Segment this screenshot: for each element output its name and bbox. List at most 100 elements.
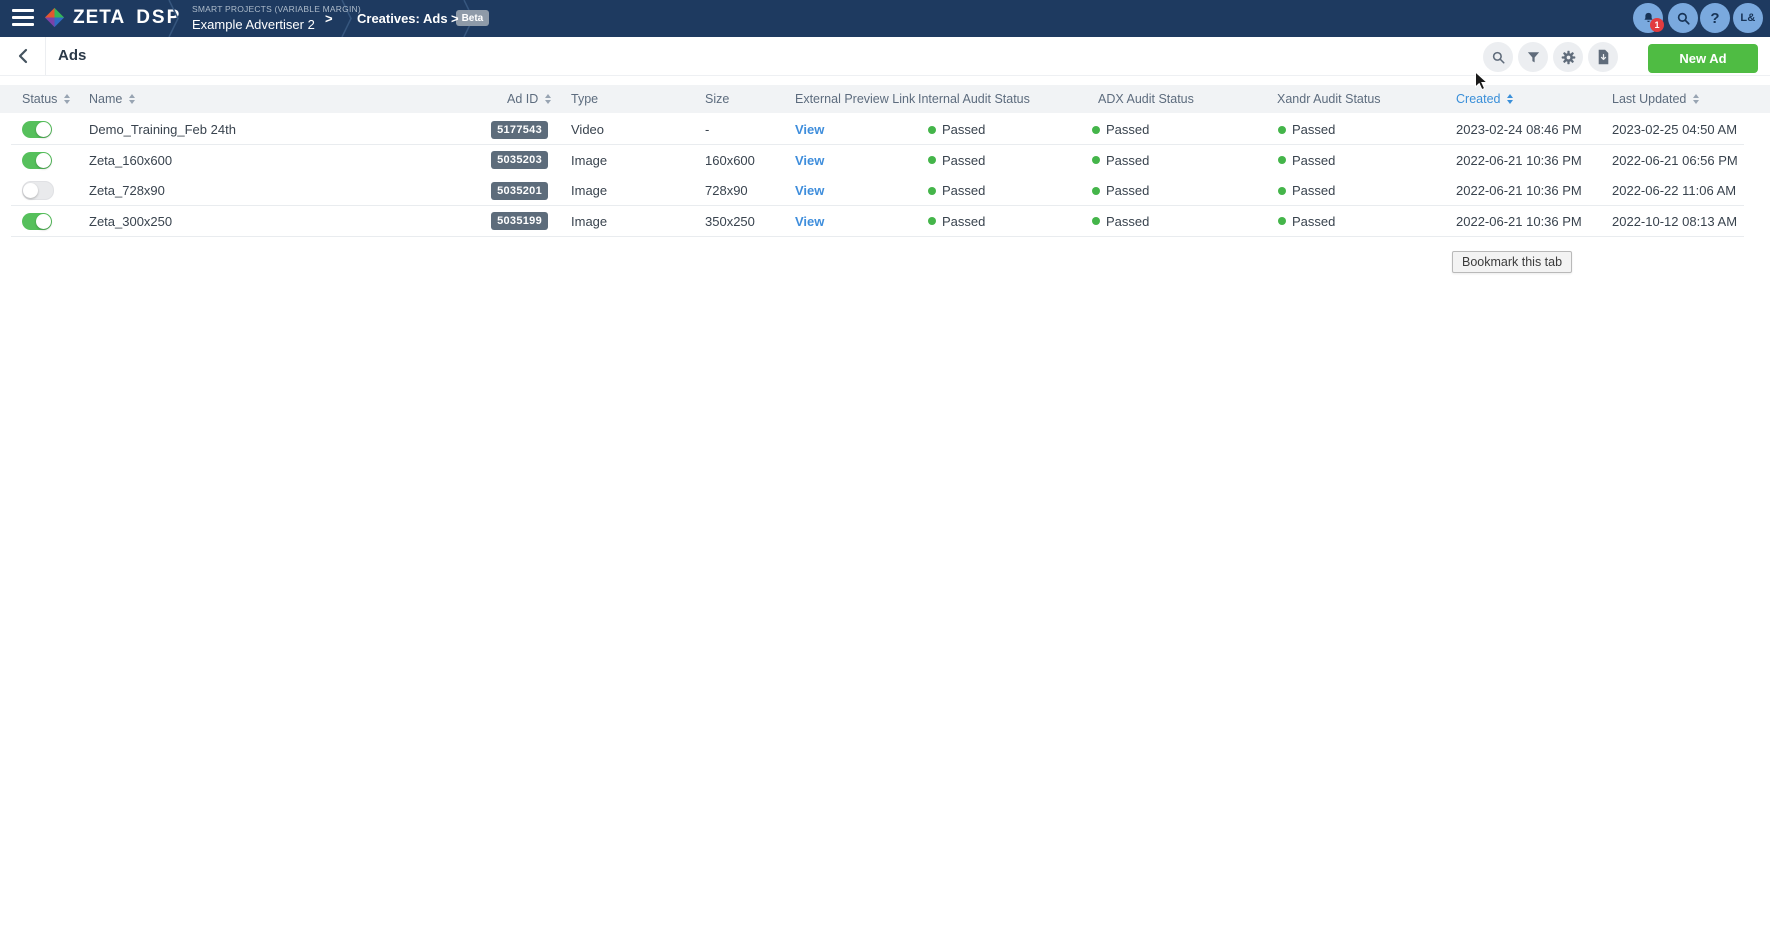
sort-arrows-icon [129,94,135,104]
column-header-type: Type [571,85,598,113]
avatar-initials: L& [1740,12,1755,24]
ad-name[interactable]: Zeta_300x250 [89,206,172,237]
ad-id-cell: 5035199 [448,206,548,237]
breadcrumb-creatives-label: Creatives: Ads [357,11,448,26]
filter-button[interactable] [1518,42,1548,72]
question-mark-icon: ? [1710,10,1719,27]
header-divider [45,37,46,75]
last-updated-timestamp: 2022-06-22 11:06 AM [1612,175,1736,206]
table-row[interactable]: Demo_Training_Feb 24th 5177543 Video - V… [0,114,1770,145]
ad-size: 350x250 [705,206,755,237]
xandr-audit-cell: Passed [1278,175,1335,206]
filter-funnel-icon [1526,50,1541,65]
page-title: Ads [58,47,86,64]
ad-type: Video [571,114,604,145]
breadcrumb-advertiser[interactable]: SMART PROJECTS (VARIABLE MARGIN) Example… [192,5,361,31]
column-header-size: Size [705,85,729,113]
status-toggle[interactable] [22,181,54,200]
external-preview-cell: View [795,145,824,176]
column-header-status[interactable]: Status [22,85,70,113]
status-cell [22,145,52,176]
xandr-audit-cell: Passed [1278,114,1335,145]
ad-name[interactable]: Zeta_728x90 [89,175,165,206]
back-button[interactable] [10,42,38,70]
zeta-diamond-icon [43,6,66,29]
ad-id-badge: 5177543 [491,121,548,139]
column-header-name[interactable]: Name [89,85,135,113]
status-dot-icon [928,156,936,164]
settings-button[interactable] [1553,42,1583,72]
status-dot-icon [1092,217,1100,225]
row-divider [11,236,1744,237]
status-toggle[interactable] [22,152,52,169]
internal-audit-cell: Passed [928,206,985,237]
status-dot-icon [1092,187,1100,195]
adx-audit-cell: Passed [1092,114,1149,145]
column-header-internal-audit-status: Internal Audit Status [918,85,1030,113]
status-dot-icon [1278,156,1286,164]
ad-size: - [705,114,709,145]
column-header-external-preview-link: External Preview Link [795,85,915,113]
status-toggle[interactable] [22,213,52,230]
chevron-right-icon[interactable]: > [451,11,459,26]
column-header-xandr-audit-status: Xandr Audit Status [1277,85,1381,113]
beta-badge: Beta [456,10,490,26]
status-dot-icon [1278,187,1286,195]
ad-type: Image [571,175,607,206]
view-link[interactable]: View [795,153,824,168]
help-button[interactable]: ? [1700,3,1730,33]
table-row[interactable]: Zeta_728x90 5035201 Image 728x90 View Pa… [0,175,1770,206]
breadcrumb-advertiser-label: Example Advertiser 2 [192,18,361,31]
xandr-audit-cell: Passed [1278,206,1335,237]
ad-id-badge: 5035199 [491,212,548,230]
adx-audit-cell: Passed [1092,175,1149,206]
sort-arrows-icon [1693,94,1699,104]
created-timestamp: 2022-06-21 10:36 PM [1456,145,1582,176]
external-preview-cell: View [795,206,824,237]
view-link[interactable]: View [795,183,824,198]
app-root: ZETA DSP SMART PROJECTS (VARIABLE MARGIN… [0,0,1770,929]
status-cell [22,114,52,145]
ad-size: 728x90 [705,175,748,206]
brand-logo[interactable]: ZETA DSP [43,6,181,29]
top-navigation-bar: ZETA DSP SMART PROJECTS (VARIABLE MARGIN… [0,0,1770,37]
adx-audit-cell: Passed [1092,206,1149,237]
status-toggle[interactable] [22,121,52,138]
file-download-icon [1596,49,1611,65]
new-ad-button[interactable]: New Ad [1648,44,1758,73]
breadcrumb-divider-icon [168,0,180,37]
ad-name[interactable]: Demo_Training_Feb 24th [89,114,236,145]
column-header-last-updated[interactable]: Last Updated [1612,85,1699,113]
ad-name[interactable]: Zeta_160x600 [89,145,172,176]
chevron-left-icon [13,44,35,68]
xandr-audit-cell: Passed [1278,145,1335,176]
status-dot-icon [1278,217,1286,225]
search-icon [1676,11,1691,26]
view-link[interactable]: View [795,122,824,137]
user-avatar[interactable]: L& [1733,3,1763,33]
status-dot-icon [1092,156,1100,164]
view-link[interactable]: View [795,214,824,229]
chevron-right-icon[interactable]: > [325,11,333,26]
ad-type: Image [571,145,607,176]
ad-id-cell: 5035201 [448,175,548,206]
hamburger-menu-icon[interactable] [12,9,34,27]
column-header-ad-id[interactable]: Ad ID [507,85,551,113]
status-dot-icon [1278,126,1286,134]
ad-size: 160x600 [705,145,755,176]
export-report-button[interactable] [1588,42,1618,72]
search-icon [1491,50,1506,65]
adx-audit-cell: Passed [1092,145,1149,176]
column-header-created[interactable]: Created [1456,85,1513,113]
table-row[interactable]: Zeta_300x250 5035199 Image 350x250 View … [0,206,1770,237]
browser-tooltip: Bookmark this tab [1452,251,1572,273]
table-row[interactable]: Zeta_160x600 5035203 Image 160x600 View … [0,145,1770,176]
table-search-button[interactable] [1483,42,1513,72]
breadcrumb-creatives[interactable]: Creatives: Ads Beta [357,10,489,26]
sort-arrows-icon [1507,94,1513,104]
internal-audit-cell: Passed [928,114,985,145]
notification-count-badge: 1 [1650,18,1664,32]
internal-audit-cell: Passed [928,175,985,206]
ad-id-cell: 5177543 [448,114,548,145]
global-search-button[interactable] [1668,3,1698,33]
